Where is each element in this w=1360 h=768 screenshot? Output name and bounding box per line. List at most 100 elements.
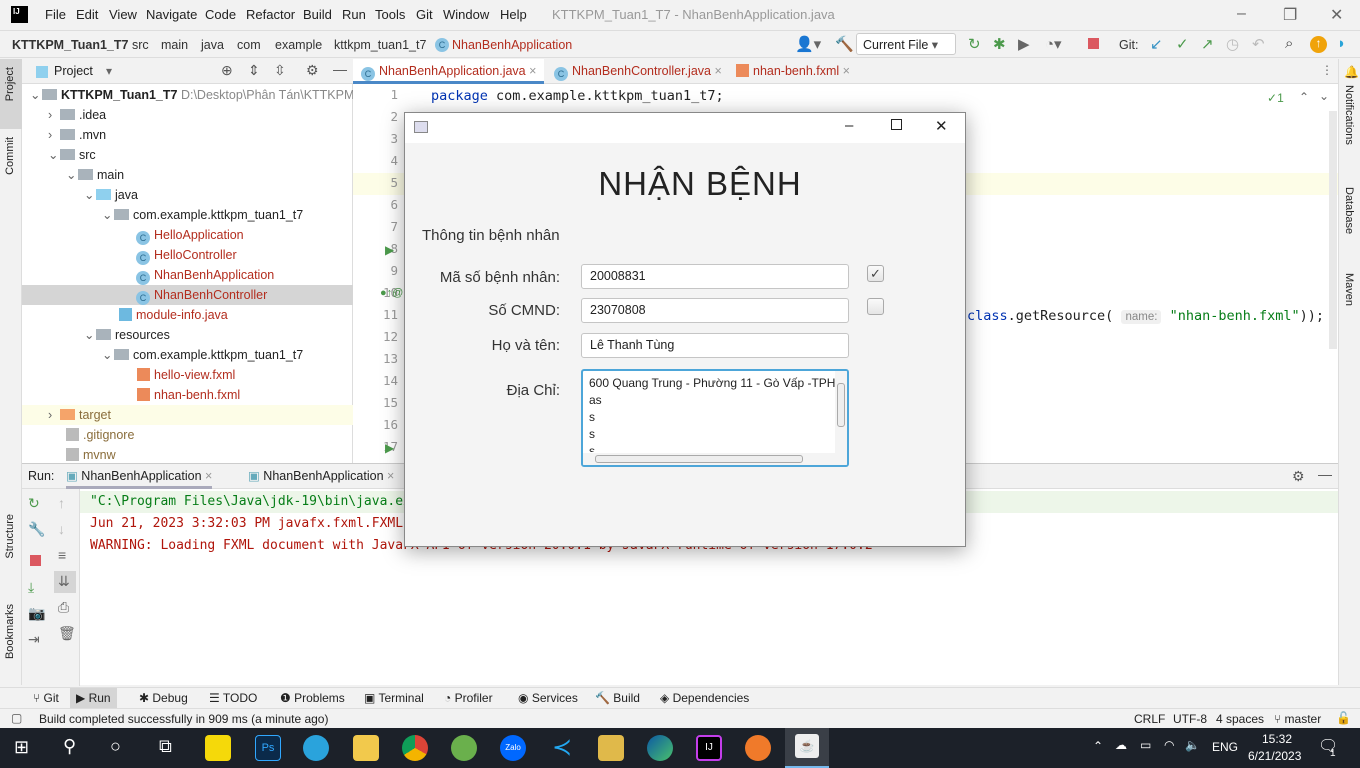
prev-highlight-icon[interactable]: ⌃ <box>1299 90 1309 104</box>
breadcrumb-com[interactable]: com <box>237 38 261 52</box>
line-separator[interactable]: CRLF <box>1134 712 1165 726</box>
gear-icon[interactable]: ⚙ <box>306 62 319 79</box>
locate-icon[interactable]: ⊕ <box>221 62 233 79</box>
search-icon[interactable]: ⚲ <box>63 736 76 757</box>
menu-view[interactable]: View <box>109 7 137 22</box>
project-tool-button[interactable]: Project <box>4 67 16 101</box>
tree-item[interactable]: mvnw <box>22 445 353 463</box>
tree-item[interactable]: ⌄ com.example.kttkpm_tuan1_t7 <box>22 205 353 225</box>
vscode-icon[interactable]: ≺ <box>549 735 575 761</box>
horizontal-scrollbar[interactable] <box>583 453 847 465</box>
trash-icon[interactable]: 🗑 <box>58 625 76 642</box>
restore-button[interactable]: ❐ <box>1283 5 1297 25</box>
task-view-icon[interactable]: ⧉ <box>159 736 172 757</box>
language-indicator[interactable]: ENG <box>1212 740 1238 754</box>
indent-setting[interactable]: 4 spaces <box>1216 712 1264 726</box>
tree-item[interactable]: hello-view.fxml <box>22 365 353 385</box>
soft-wrap-icon[interactable]: ≡ <box>58 547 66 563</box>
tool-tab-problems[interactable]: ❶ Problems <box>280 691 345 705</box>
search-icon[interactable]: ⌕ <box>1285 35 1293 52</box>
profile-icon[interactable]: ◔▾ <box>1045 35 1062 53</box>
git-update-icon[interactable]: ↙ <box>1150 35 1163 53</box>
hide-panel-icon[interactable]: — <box>1318 466 1332 482</box>
notifications-tool-button[interactable]: Notifications <box>1343 85 1355 145</box>
menu-code[interactable]: Code <box>205 7 236 22</box>
menu-navigate[interactable]: Navigate <box>146 7 197 22</box>
stop-icon[interactable] <box>30 555 41 566</box>
volume-icon[interactable]: 🔈 <box>1185 738 1200 752</box>
tree-item[interactable]: C NhanBenhApplication <box>22 265 353 285</box>
id-card-checkbox[interactable] <box>867 298 884 315</box>
more-tabs-icon[interactable]: ⋮ <box>1321 63 1333 77</box>
menu-window[interactable]: Window <box>443 7 489 22</box>
vertical-scrollbar[interactable] <box>835 371 847 453</box>
plugin-icon[interactable]: ◗ <box>1337 35 1346 52</box>
menu-refactor[interactable]: Refactor <box>246 7 295 22</box>
tree-item-selected[interactable]: C NhanBenhController <box>22 285 353 305</box>
tool-tab-run[interactable]: ▶ Run <box>70 688 117 709</box>
rollback-icon[interactable]: ↶ <box>1252 35 1265 53</box>
patient-id-input[interactable]: 20008831 <box>581 264 849 289</box>
editor-scrollbar[interactable] <box>1329 111 1337 349</box>
chevron-down-icon[interactable]: ▾ <box>106 64 112 78</box>
tree-item[interactable]: C HelloApplication <box>22 225 353 245</box>
print-icon[interactable]: ⎙ <box>58 599 69 616</box>
gear-icon[interactable]: ⚙ <box>1292 468 1305 485</box>
tool-tab-services[interactable]: ◉ Services <box>518 691 578 705</box>
git-branch[interactable]: ⑂ master <box>1274 712 1321 726</box>
tab-nhan-benh-fxml[interactable]: nhan-benh.fxml × <box>728 59 858 84</box>
next-highlight-icon[interactable]: ⌄ <box>1319 89 1329 103</box>
breadcrumb-project[interactable]: KTTKPM_Tuan1_T7 <box>12 38 128 52</box>
menu-edit[interactable]: Edit <box>76 7 98 22</box>
tool-tab-profiler[interactable]: ◔ Profiler <box>444 691 493 705</box>
app-tools-icon[interactable] <box>598 735 624 761</box>
breadcrumb-src[interactable]: src <box>132 38 149 52</box>
lock-icon[interactable]: 🔓 <box>1336 711 1351 725</box>
inspection-ok-icon[interactable]: ✓1 <box>1267 91 1284 105</box>
coverage-icon[interactable]: ▶ <box>1018 35 1030 53</box>
structure-tool-button[interactable]: Structure <box>4 514 16 559</box>
menu-build[interactable]: Build <box>303 7 332 22</box>
app-icon[interactable] <box>745 735 771 761</box>
camera-icon[interactable]: 📷 <box>28 605 45 622</box>
up-icon[interactable]: ↑ <box>58 495 65 511</box>
tool-tab-git[interactable]: ⑂ Git <box>33 691 59 705</box>
rerun-icon[interactable]: ↻ <box>968 35 981 53</box>
tree-item[interactable]: ⌄ com.example.kttkpm_tuan1_t7 <box>22 345 353 365</box>
git-push-icon[interactable]: ↗ <box>1201 35 1214 53</box>
id-card-input[interactable]: 23070808 <box>581 298 849 323</box>
history-icon[interactable]: ◷ <box>1226 35 1239 53</box>
close-button[interactable]: ✕ <box>1330 5 1343 25</box>
run-gutter-icon[interactable]: ▶ <box>385 243 394 257</box>
java-app-taskbar-item[interactable]: ☕ <box>785 728 829 768</box>
run-gutter-icon[interactable]: ▶ <box>385 441 394 455</box>
telegram-icon[interactable] <box>303 735 329 761</box>
tool-tab-dependencies[interactable]: ◈ Dependencies <box>660 691 749 705</box>
menu-help[interactable]: Help <box>500 7 527 22</box>
hide-panel-icon[interactable]: — <box>333 61 347 77</box>
dialog-maximize-button[interactable] <box>891 119 902 130</box>
project-view-dropdown[interactable]: Project <box>54 64 93 78</box>
breadcrumb-class[interactable]: NhanBenhApplication <box>452 38 572 52</box>
breadcrumb-package[interactable]: kttkpm_tuan1_t7 <box>334 38 426 52</box>
scroll-to-end-icon[interactable]: ⇊ <box>58 573 70 590</box>
breadcrumb-example[interactable]: example <box>275 38 322 52</box>
tab-nhanbenhcontroller[interactable]: C NhanBenhController.java × <box>546 59 730 84</box>
breadcrumb-java[interactable]: java <box>201 38 224 52</box>
file-encoding[interactable]: UTF-8 <box>1173 712 1207 726</box>
wrench-icon[interactable]: 🔧 <box>28 521 45 538</box>
build-hammer-icon[interactable]: 🔨 <box>835 35 854 53</box>
patient-id-checkbox[interactable]: ✓ <box>867 265 884 282</box>
intellij-taskbar-icon[interactable]: IJ <box>696 735 722 761</box>
tray-overflow-icon[interactable]: ⌃ <box>1093 739 1103 753</box>
wifi-icon[interactable]: ◠ <box>1164 738 1174 752</box>
dialog-close-button[interactable]: ✕ <box>935 117 948 135</box>
rerun-icon[interactable]: ↻ <box>28 495 40 512</box>
menu-git[interactable]: Git <box>416 7 433 22</box>
stop-icon[interactable] <box>1088 38 1099 49</box>
address-textarea[interactable]: 600 Quang Trung - Phường 11 - Gò Vấp -TP… <box>581 369 849 467</box>
tab-nhanbenhapplication[interactable]: C NhanBenhApplication.java × <box>353 59 545 84</box>
tool-tab-todo[interactable]: ☰ TODO <box>209 691 257 705</box>
coccoc-icon[interactable] <box>451 735 477 761</box>
tool-tab-debug[interactable]: ✱ Debug <box>139 691 188 705</box>
